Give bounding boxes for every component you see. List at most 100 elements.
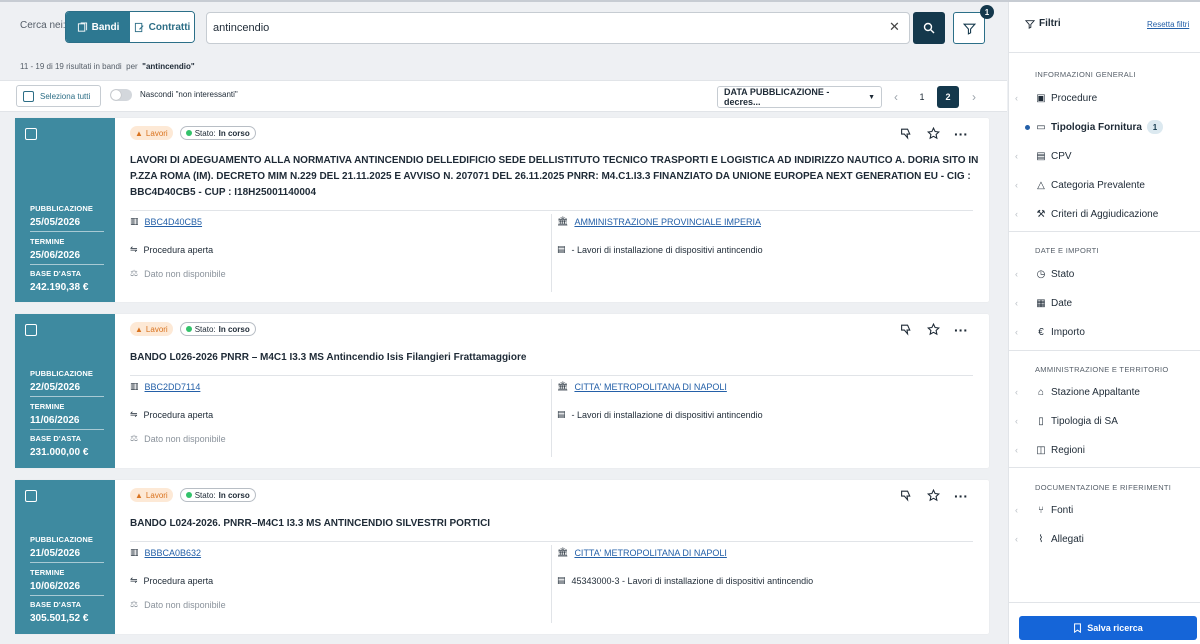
ente-row: 🏛 AMMINISTRAZIONE PROVINCIALE IMPERIA — [557, 216, 761, 227]
institution-icon: 🏛 — [557, 547, 569, 557]
funnel-icon — [962, 23, 976, 35]
filter-item-tipologia-sa[interactable]: ‹ ▯ Tipologia di SA — [1009, 410, 1200, 432]
card-title[interactable]: BANDO L024-2026. PNRR–M4C1 I3.3 MS ANTIN… — [130, 516, 980, 532]
thumbs-down-icon[interactable] — [900, 323, 913, 336]
procedure-row: ⇋ Procedura aperta — [130, 575, 213, 586]
handshake-icon: ⇋ — [130, 244, 138, 254]
scale-icon: ⚖ — [130, 433, 139, 443]
type-chip: ▲ Lavori — [130, 322, 173, 336]
filter-count-badge: 1 — [980, 5, 994, 19]
filter-item-procedure[interactable]: ‹ ▣ Procedure — [1009, 87, 1200, 109]
star-icon[interactable] — [927, 127, 940, 140]
select-all-label: Seleziona tutti — [40, 91, 91, 101]
ente-link[interactable]: AMMINISTRAZIONE PROVINCIALE IMPERIA — [574, 217, 761, 227]
type-chip: ▲ Lavori — [130, 126, 173, 140]
more-options-icon[interactable]: ··· — [954, 323, 968, 337]
ente-link[interactable]: CITTA' METROPOLITANA DI NAPOLI — [574, 382, 726, 392]
cig-link[interactable]: BBC2DD7114 — [145, 382, 201, 392]
institution-icon: 🏛 — [557, 381, 569, 391]
card-actions: ··· — [900, 323, 968, 337]
cpv-text: - Lavori di installazione di dispositivi… — [571, 409, 763, 420]
search-input[interactable] — [206, 12, 910, 44]
cpv-icon: ▤ — [1036, 150, 1046, 162]
filter-item-importo[interactable]: ‹ € Importo — [1009, 321, 1200, 343]
cig-link[interactable]: BBBCA0B632 — [145, 548, 202, 558]
institution-icon: ⌂ — [1037, 386, 1045, 398]
ente-row: 🏛 CITTA' METROPOLITANA DI NAPOLI — [557, 381, 727, 392]
divider — [130, 375, 973, 376]
filter-item-fonti[interactable]: ‹ ⑂ Fonti — [1009, 499, 1200, 521]
save-search-button[interactable]: Salva ricerca — [1019, 616, 1197, 640]
active-count-badge: 1 — [1147, 120, 1163, 134]
sort-select[interactable]: DATA PUBBLICAZIONE - decres... ▼ — [717, 86, 882, 108]
star-icon[interactable] — [927, 323, 940, 336]
results-summary: 11 - 19 di 19 risultati in bandi per "an… — [20, 62, 195, 71]
chevron-left-icon: ‹ — [1015, 445, 1018, 455]
pub-date: 22/05/2026 — [30, 382, 81, 393]
cpv-text: - Lavori di installazione di dispositivi… — [571, 244, 763, 255]
card-title[interactable]: BANDO L026-2026 PNRR – M4C1 I3.3 MS Anti… — [130, 350, 980, 366]
tab-contratti[interactable]: Contratti — [130, 12, 194, 42]
tab-bandi[interactable]: Bandi — [66, 12, 130, 42]
prev-page-button[interactable]: ‹ — [885, 86, 907, 108]
page-button-2[interactable]: 2 — [937, 86, 959, 108]
card-select-checkbox[interactable] — [25, 324, 37, 336]
hide-uninteresting-label: Nascondi "non interessanti" — [140, 90, 238, 99]
criterio-row: ⚖ Dato non disponibile — [130, 433, 226, 444]
handshake-icon: ⇋ — [130, 409, 138, 419]
page-button-1[interactable]: 1 — [911, 86, 933, 108]
tender-card[interactable]: PUBBLICAZIONE 21/05/2026 TERMINE 10/06/2… — [15, 480, 989, 634]
cpv-row: ▤ 45343000-3 - Lavori di installazione di… — [557, 575, 813, 586]
base-label: BASE D'ASTA — [30, 434, 82, 443]
search-button[interactable] — [913, 12, 945, 44]
barcode-icon: ▥ — [130, 216, 139, 226]
filter-item-regioni[interactable]: ‹ ◫ Regioni — [1009, 439, 1200, 461]
card-actions: ··· — [900, 127, 968, 141]
section-title: AMMINISTRAZIONE E TERRITORIO — [1035, 365, 1169, 374]
card-select-checkbox[interactable] — [25, 490, 37, 502]
cig-link[interactable]: BBC4D40CB5 — [145, 217, 203, 227]
filter-button[interactable] — [953, 12, 985, 44]
thumbs-down-icon[interactable] — [900, 489, 913, 502]
tender-card[interactable]: PUBBLICAZIONE 22/05/2026 TERMINE 11/06/2… — [15, 314, 989, 468]
filter-item-criteri[interactable]: ‹ ⚒ Criteri di Aggiudicazione — [1009, 203, 1200, 225]
filter-item-label: Regioni — [1051, 444, 1085, 456]
caret-down-icon: ▼ — [868, 93, 875, 101]
card-title[interactable]: LAVORI DI ADEGUAMENTO ALLA NORMATIVA ANT… — [130, 153, 980, 201]
chevron-left-icon: ‹ — [1015, 93, 1018, 103]
filter-item-date[interactable]: ‹ ▦ Date — [1009, 292, 1200, 314]
hide-uninteresting-toggle[interactable] — [110, 89, 132, 101]
chevron-left-icon: ‹ — [1015, 298, 1018, 308]
reset-filters-link[interactable]: Resetta filtri — [1147, 20, 1189, 29]
filter-item-stazione-appaltante[interactable]: ‹ ⌂ Stazione Appaltante — [1009, 381, 1200, 403]
card-chips: ▲ Lavori Stato: In corso — [130, 488, 256, 502]
criterio-text: Dato non disponibile — [144, 268, 226, 279]
next-page-button[interactable]: › — [963, 86, 985, 108]
filter-item-stato[interactable]: ‹ ◷ Stato — [1009, 263, 1200, 285]
select-all-button[interactable]: Seleziona tutti — [16, 85, 101, 107]
ente-row: 🏛 CITTA' METROPOLITANA DI NAPOLI — [557, 547, 727, 558]
more-options-icon[interactable]: ··· — [954, 489, 968, 503]
tender-card[interactable]: PUBBLICAZIONE 25/05/2026 TERMINE 25/06/2… — [15, 118, 989, 302]
results-per: per — [126, 62, 138, 71]
more-options-icon[interactable]: ··· — [954, 127, 968, 141]
filter-item-label: Importo — [1051, 326, 1085, 338]
filter-item-categoria-prevalente[interactable]: ‹ △ Categoria Prevalente — [1009, 174, 1200, 196]
handshake-icon: ⇋ — [130, 575, 138, 585]
filter-item-tipologia-fornitura[interactable]: ▭ Tipologia Fornitura 1 — [1009, 116, 1200, 138]
card-select-checkbox[interactable] — [25, 128, 37, 140]
star-icon[interactable] — [927, 489, 940, 502]
filter-item-allegati[interactable]: ‹ ⌇ Allegati — [1009, 528, 1200, 550]
term-date: 25/06/2026 — [30, 250, 81, 261]
filter-item-cpv[interactable]: ‹ ▤ CPV — [1009, 145, 1200, 167]
procedure-text: Procedura aperta — [143, 244, 214, 255]
tab-bandi-label: Bandi — [91, 21, 120, 33]
base-amount: 242.190,38 € — [30, 282, 89, 293]
ente-link[interactable]: CITTA' METROPOLITANA DI NAPOLI — [574, 548, 726, 558]
euro-icon: € — [1038, 326, 1044, 338]
select-all-checkbox[interactable] — [23, 90, 34, 102]
clear-search-icon[interactable]: ✕ — [889, 19, 900, 35]
criterio-text: Dato non disponibile — [144, 433, 226, 444]
barcode-icon: ▥ — [130, 381, 139, 391]
thumbs-down-icon[interactable] — [900, 127, 913, 140]
